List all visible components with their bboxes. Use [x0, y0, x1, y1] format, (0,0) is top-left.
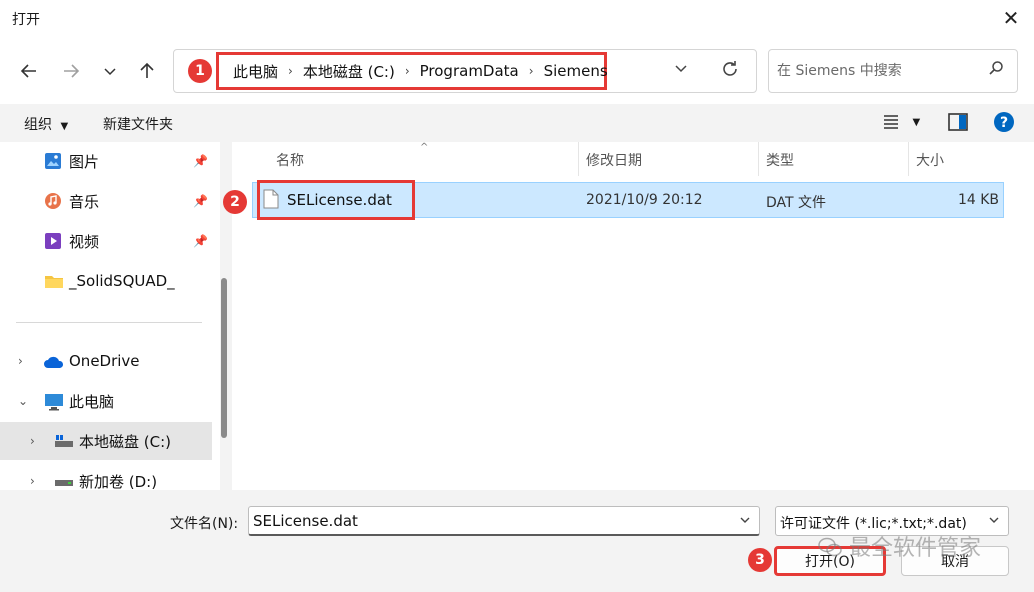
nav-item-local-disk-c[interactable]: › 本地磁盘 (C:) — [0, 422, 212, 460]
nav-item-pictures[interactable]: 图片 📌 — [0, 142, 212, 180]
expand-chevron-icon[interactable]: › — [30, 474, 35, 488]
forward-arrow-icon[interactable] — [56, 56, 86, 86]
breadcrumb-this-pc[interactable]: 此电脑 — [233, 61, 278, 82]
breadcrumb-separator-icon: › — [288, 64, 293, 78]
list-view-icon — [884, 115, 898, 129]
wechat-icon — [818, 537, 842, 557]
breadcrumb-local-disk[interactable]: 本地磁盘 (C:) — [303, 61, 395, 82]
folder-icon — [44, 273, 64, 293]
organize-label: 组织 — [24, 117, 52, 133]
file-list: ^ 名称 修改日期 类型 大小 2 SELicense.dat 2021/10/… — [223, 142, 1034, 490]
column-divider[interactable] — [758, 142, 759, 176]
address-history-chevron-icon[interactable] — [674, 61, 688, 79]
file-modified: 2021/10/9 20:12 — [586, 192, 703, 208]
collapse-chevron-icon[interactable]: ⌄ — [18, 394, 28, 408]
annotation-badge-1: 1 — [188, 59, 212, 83]
drive-icon — [54, 476, 74, 490]
nav-label: OneDrive — [69, 352, 140, 370]
watermark-text: 最全软件管家 — [849, 536, 982, 561]
search-input[interactable] — [777, 60, 977, 82]
navigation-pane: 图片 📌 音乐 📌 视频 📌 _SolidSQUAD_ › OneDrive ⌄ — [0, 142, 220, 490]
breadcrumb-separator-icon: › — [404, 64, 410, 78]
navigation-bar: 1 此电脑 › 本地磁盘 (C:) › ProgramData › Siemen… — [0, 36, 1034, 104]
chevron-down-icon[interactable] — [739, 514, 751, 529]
caret-down-icon: ▼ — [60, 121, 69, 132]
watermark: 最全软件管家 — [818, 530, 981, 562]
file-icon — [263, 189, 279, 213]
annotation-badge-3: 3 — [748, 548, 772, 572]
preview-pane-icon[interactable] — [948, 113, 968, 135]
filename-combobox[interactable] — [248, 506, 760, 536]
drive-icon — [54, 433, 74, 453]
pin-icon[interactable]: 📌 — [193, 154, 208, 168]
command-bar: 组织 ▼ 新建文件夹 ▼ ? — [0, 104, 1034, 142]
breadcrumb-siemens[interactable]: Siemens — [544, 62, 608, 80]
window-title: 打开 — [12, 12, 40, 28]
nav-item-music[interactable]: 音乐 📌 — [0, 182, 212, 220]
nav-divider — [16, 322, 202, 323]
expand-chevron-icon[interactable]: › — [30, 434, 35, 448]
nav-label: _SolidSQUAD_ — [69, 272, 175, 290]
view-options-button[interactable]: ▼ — [882, 113, 920, 133]
nav-item-this-pc[interactable]: ⌄ 此电脑 — [0, 382, 212, 420]
back-arrow-icon[interactable] — [14, 56, 44, 86]
close-icon[interactable]: ✕ — [988, 0, 1034, 36]
column-header-modified[interactable]: 修改日期 — [586, 150, 642, 170]
file-name: SELicense.dat — [287, 191, 392, 209]
help-icon[interactable]: ? — [993, 111, 1015, 137]
search-box[interactable] — [768, 49, 1018, 93]
pin-icon[interactable]: 📌 — [193, 234, 208, 248]
new-folder-button[interactable]: 新建文件夹 — [103, 114, 173, 134]
music-icon — [44, 192, 62, 214]
nav-label: 音乐 — [69, 192, 100, 211]
file-size: 14 KB — [957, 192, 999, 208]
this-pc-icon — [44, 393, 64, 415]
organize-menu-button[interactable]: 组织 ▼ — [24, 114, 68, 134]
breadcrumb-programdata[interactable]: ProgramData — [420, 62, 519, 80]
breadcrumb: 此电脑 › 本地磁盘 (C:) › ProgramData › Siemens — [216, 52, 608, 90]
nav-label: 图片 — [69, 152, 100, 171]
nav-label: 新加卷 (D:) — [79, 472, 158, 491]
column-header-name[interactable]: 名称 — [276, 150, 304, 170]
column-header-type[interactable]: 类型 — [766, 150, 794, 170]
nav-label: 本地磁盘 (C:) — [79, 432, 171, 451]
onedrive-icon — [43, 355, 65, 373]
filename-input[interactable] — [253, 511, 723, 531]
nav-item-onedrive[interactable]: › OneDrive — [0, 342, 212, 380]
svg-text:?: ? — [1000, 115, 1008, 131]
nav-label: 视频 — [69, 232, 100, 251]
expand-chevron-icon[interactable]: › — [18, 354, 23, 368]
refresh-icon[interactable] — [720, 59, 740, 84]
nav-pane-scrollbar[interactable] — [221, 278, 227, 438]
recent-locations-chevron-icon[interactable] — [95, 56, 125, 86]
pin-icon[interactable]: 📌 — [193, 194, 208, 208]
table-row[interactable]: SELicense.dat 2021/10/9 20:12 DAT 文件 14 … — [252, 180, 1004, 220]
breadcrumb-separator-icon: › — [528, 64, 534, 78]
nav-item-new-volume-d[interactable]: › 新加卷 (D:) — [0, 462, 212, 491]
search-icon[interactable] — [987, 59, 1005, 81]
nav-item-solidsquad-folder[interactable]: _SolidSQUAD_ — [0, 262, 212, 300]
nav-label: 此电脑 — [69, 392, 115, 411]
column-header-size[interactable]: 大小 — [916, 150, 944, 170]
column-divider[interactable] — [908, 142, 909, 176]
title-bar: 打开 ✕ — [0, 0, 1034, 36]
nav-item-videos[interactable]: 视频 📌 — [0, 222, 212, 260]
annotation-badge-2: 2 — [223, 190, 247, 214]
caret-down-icon: ▼ — [912, 117, 921, 128]
pictures-icon — [44, 152, 62, 174]
videos-icon — [44, 232, 62, 254]
sort-ascending-icon: ^ — [420, 142, 429, 153]
filename-label: 文件名(N): — [170, 516, 239, 532]
chevron-down-icon — [988, 514, 1000, 529]
column-divider[interactable] — [578, 142, 579, 176]
file-type: DAT 文件 — [766, 195, 827, 211]
address-bar[interactable]: 1 此电脑 › 本地磁盘 (C:) › ProgramData › Siemen… — [173, 49, 757, 93]
up-arrow-icon[interactable] — [132, 56, 162, 86]
